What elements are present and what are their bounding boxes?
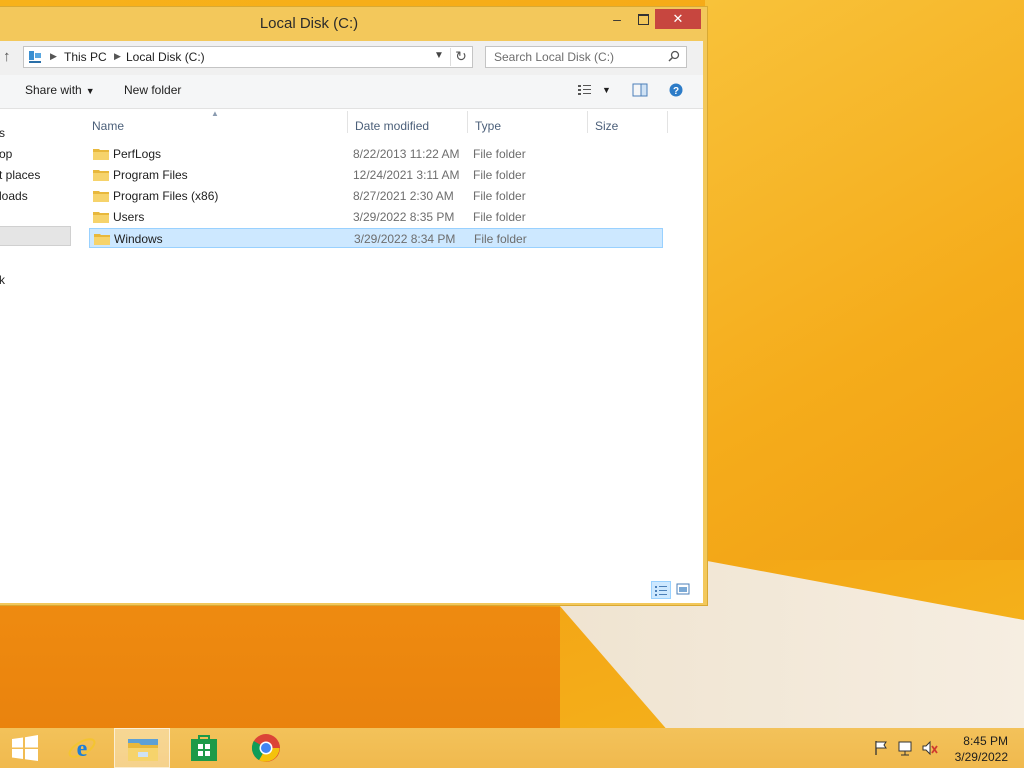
file-date: 3/29/2022 8:35 PM — [353, 210, 455, 224]
search-input[interactable]: Search Local Disk (C:) — [485, 46, 687, 68]
clock-date: 3/29/2022 — [954, 750, 1008, 764]
new-folder-button[interactable]: New folder — [124, 83, 181, 97]
file-type: File folder — [473, 189, 526, 203]
file-date: 8/22/2013 11:22 AM — [353, 147, 460, 161]
large-icons-view-button[interactable] — [674, 581, 694, 599]
details-view-button[interactable] — [651, 581, 671, 599]
file-type: File folder — [473, 147, 526, 161]
folder-icon — [93, 149, 109, 160]
column-header-size[interactable]: Size — [595, 119, 618, 133]
nav-item[interactable]: op — [0, 147, 12, 161]
this-pc-icon — [29, 51, 41, 63]
file-date: 3/29/2022 8:34 PM — [354, 232, 456, 246]
file-name: Program Files — [113, 168, 188, 182]
svg-text:?: ? — [673, 86, 679, 97]
maximize-button[interactable] — [629, 9, 657, 29]
desktop-wallpaper-accent — [705, 0, 1024, 560]
change-view-icon[interactable] — [577, 83, 593, 97]
file-explorer-window: Local Disk (C:) – ✕ ↑ ▶ This PC ▶ Local … — [0, 6, 708, 606]
nav-item[interactable]: loads — [0, 189, 28, 203]
column-header-name[interactable]: Name — [92, 119, 124, 133]
file-name: Users — [113, 210, 145, 224]
address-dropdown-icon[interactable]: ▼ — [434, 50, 444, 61]
taskbar-store[interactable] — [176, 728, 232, 768]
breadcrumb-separator-icon: ▶ — [50, 51, 57, 61]
help-icon[interactable]: ? — [669, 83, 683, 97]
file-row[interactable]: Program Files (x86) 8/27/2021 2:30 AM Fi… — [89, 186, 663, 206]
chrome-icon — [251, 734, 280, 762]
folder-icon — [93, 170, 109, 181]
file-explorer-icon — [128, 739, 158, 761]
flag-icon[interactable] — [873, 740, 889, 756]
preview-pane-icon[interactable] — [632, 83, 648, 97]
svg-text:e: e — [77, 736, 88, 762]
details-view-icon — [655, 586, 667, 596]
search-icon[interactable] — [668, 50, 680, 62]
minimize-button[interactable]: – — [603, 9, 631, 29]
taskbar-file-explorer[interactable] — [114, 728, 170, 768]
file-row-selected[interactable]: Windows 3/29/2022 8:34 PM File folder — [89, 228, 663, 248]
windows-start-icon — [12, 735, 38, 761]
command-toolbar: Share with ▼ New folder ▼ ? — [0, 75, 703, 109]
breadcrumb-local-disk[interactable]: Local Disk (C:) — [126, 50, 205, 64]
taskbar-internet-explorer[interactable]: e — [55, 728, 111, 768]
column-divider[interactable] — [667, 111, 668, 133]
refresh-icon[interactable]: ↻ — [450, 48, 471, 66]
chevron-down-icon: ▼ — [85, 86, 95, 96]
system-clock[interactable]: 8:45 PM 3/29/2022 — [955, 733, 1008, 765]
nav-item[interactable]: t places — [0, 168, 40, 182]
title-bar[interactable]: Local Disk (C:) – ✕ — [0, 7, 707, 39]
taskbar: e 8:45 PM 3/29/2022 — [0, 728, 1024, 768]
taskbar-chrome[interactable] — [238, 728, 294, 768]
desktop-wallpaper-dark — [0, 600, 560, 740]
file-type: File folder — [473, 168, 526, 182]
store-icon — [191, 735, 217, 761]
file-date: 8/27/2021 2:30 AM — [353, 189, 454, 203]
file-name: Windows — [114, 232, 163, 246]
internet-explorer-icon: e — [68, 736, 96, 762]
column-divider[interactable] — [347, 111, 348, 133]
file-type: File folder — [473, 210, 526, 224]
clock-time: 8:45 PM — [963, 734, 1008, 748]
folder-icon — [94, 234, 110, 245]
file-name: PerfLogs — [113, 147, 162, 161]
file-type: File folder — [474, 232, 527, 246]
breadcrumb-this-pc[interactable]: This PC — [64, 50, 107, 64]
up-arrow-icon[interactable]: ↑ — [3, 48, 11, 65]
column-header-type[interactable]: Type — [475, 119, 501, 133]
share-with-label: Share with — [25, 83, 82, 97]
maximize-icon — [637, 14, 649, 25]
window-title: Local Disk (C:) — [259, 15, 359, 32]
column-header-date[interactable]: Date modified — [355, 119, 429, 133]
large-icons-view-icon — [676, 583, 690, 595]
nav-item[interactable]: s — [0, 126, 5, 140]
column-divider[interactable] — [587, 111, 588, 133]
search-placeholder: Search Local Disk (C:) — [494, 50, 615, 64]
breadcrumb-separator-icon: ▶ — [114, 51, 121, 61]
network-icon[interactable] — [897, 740, 915, 756]
folder-icon — [93, 191, 109, 202]
share-with-button[interactable]: Share with ▼ — [25, 83, 95, 97]
address-row: ↑ ▶ This PC ▶ Local Disk (C:) ▼ ↻ Search… — [0, 41, 703, 75]
file-date: 12/24/2021 3:11 AM — [353, 168, 460, 182]
address-bar[interactable]: ▶ This PC ▶ Local Disk (C:) ▼ ↻ — [23, 46, 473, 68]
view-dropdown-icon[interactable]: ▼ — [602, 85, 611, 95]
start-button[interactable] — [0, 728, 56, 768]
volume-muted-icon[interactable] — [921, 740, 939, 756]
file-name: Program Files (x86) — [113, 189, 219, 203]
nav-item-selected[interactable] — [0, 226, 71, 246]
column-divider[interactable] — [467, 111, 468, 133]
navigation-pane: s op t places loads k — [0, 109, 77, 603]
folder-icon — [93, 212, 109, 223]
close-button[interactable]: ✕ — [655, 9, 701, 29]
nav-item[interactable]: k — [0, 273, 5, 287]
sort-ascending-icon: ▲ — [211, 109, 219, 118]
content-area: s op t places loads k ▲ Name Date modifi… — [0, 109, 703, 603]
file-row[interactable]: Users 3/29/2022 8:35 PM File folder — [89, 207, 663, 227]
file-row[interactable]: PerfLogs 8/22/2013 11:22 AM File folder — [89, 144, 663, 164]
file-row[interactable]: Program Files 12/24/2021 3:11 AM File fo… — [89, 165, 663, 185]
